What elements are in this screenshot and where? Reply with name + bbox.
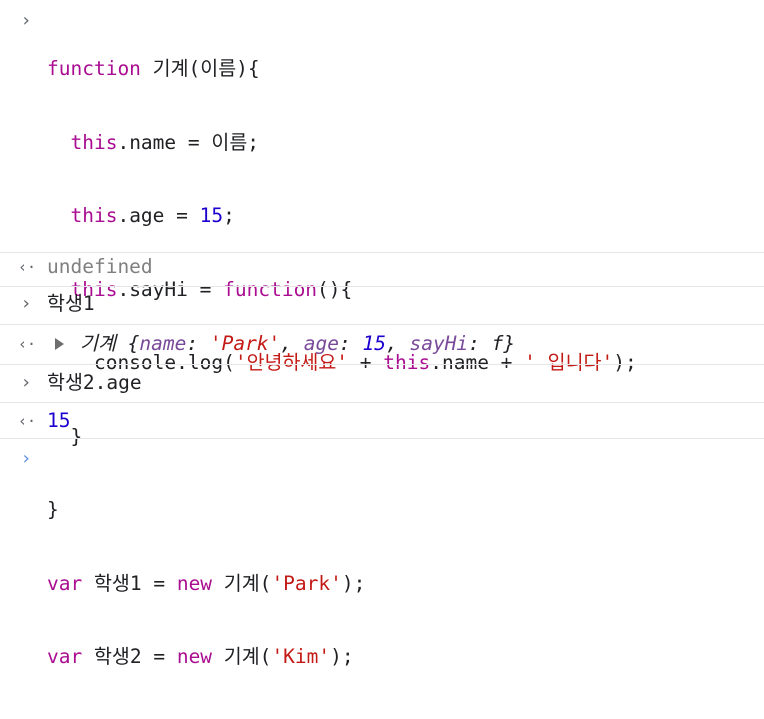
console-input-entry[interactable]: › 학생2.age bbox=[0, 365, 764, 403]
code-line: function 기계(이름){ bbox=[47, 57, 637, 82]
object-key: age bbox=[303, 332, 340, 355]
code-input[interactable]: 학생2.age bbox=[47, 371, 142, 396]
keyword-token: this bbox=[70, 130, 118, 154]
object-key: name bbox=[139, 332, 187, 355]
object-constructor: 기계 bbox=[80, 332, 116, 355]
code-input[interactable]: 학생1 bbox=[47, 292, 95, 317]
keyword-token: var bbox=[47, 571, 83, 595]
object-key: sayHi bbox=[409, 332, 469, 355]
object-brace: } bbox=[503, 332, 516, 355]
code-line: var 학생2 = new 기계('Kim'); bbox=[47, 645, 354, 668]
console-prompt-line[interactable]: › bbox=[0, 439, 764, 479]
object-value: 'Park' bbox=[209, 332, 281, 355]
code-line: this.age = 15; bbox=[70, 204, 235, 227]
console-input-entry[interactable]: › function 기계(이름){ this.name = 이름; this.… bbox=[0, 0, 764, 668]
output-prompt-icon: ‹· bbox=[18, 335, 37, 353]
string-token: 'Kim' bbox=[271, 645, 331, 668]
console-input-entry[interactable]: › 학생1 bbox=[0, 287, 764, 325]
console-output-entry: ‹· 15 bbox=[0, 403, 764, 439]
object-preview[interactable]: 기계 {name: 'Park', age: 15, sayHi: f} bbox=[80, 332, 515, 357]
keyword-token: this bbox=[70, 204, 118, 227]
string-token: 'Park' bbox=[271, 571, 342, 595]
code-line: var 학생1 = new 기계('Park'); bbox=[47, 571, 366, 595]
code-token: 기계(이름){ bbox=[140, 57, 260, 80]
output-value: undefined bbox=[47, 255, 153, 278]
console-output-entry: ‹· undefined bbox=[0, 253, 764, 287]
input-prompt-icon: › bbox=[20, 10, 32, 31]
input-prompt-icon: › bbox=[20, 293, 32, 314]
code-line: } bbox=[47, 498, 59, 521]
object-value: f bbox=[491, 332, 504, 355]
console-output-entry: ‹· 기계 {name: 'Park', age: 15, sayHi: f} bbox=[0, 325, 764, 365]
output-prompt-icon: ‹· bbox=[18, 412, 37, 430]
object-value: 15 bbox=[362, 332, 386, 355]
console-input-field[interactable] bbox=[47, 447, 727, 471]
keyword-token: new bbox=[176, 571, 213, 595]
keyword-token: var bbox=[47, 645, 83, 668]
object-brace: { bbox=[127, 332, 140, 355]
keyword-token: function bbox=[47, 57, 141, 80]
code-line: this.name = 이름; bbox=[70, 130, 259, 154]
expand-triangle-icon[interactable] bbox=[55, 338, 64, 350]
console-panel: › function 기계(이름){ this.name = 이름; this.… bbox=[0, 0, 764, 668]
output-value: 15 bbox=[47, 409, 71, 432]
output-prompt-icon: ‹· bbox=[18, 258, 37, 276]
number-token: 15 bbox=[199, 204, 224, 227]
active-prompt-icon: › bbox=[20, 448, 32, 469]
keyword-token: new bbox=[176, 645, 213, 668]
input-prompt-icon: › bbox=[20, 372, 32, 393]
